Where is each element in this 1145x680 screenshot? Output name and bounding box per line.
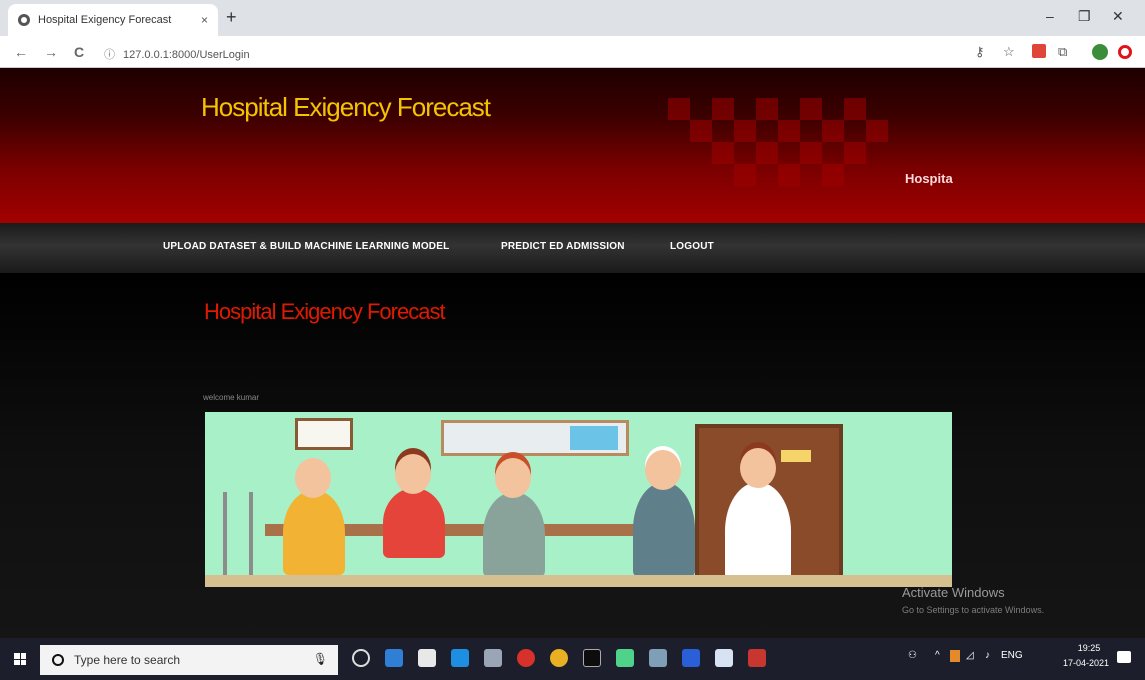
main-nav: UPLOAD DATASET & BUILD MACHINE LEARNING … bbox=[0, 223, 1145, 273]
task-view-icon[interactable] bbox=[352, 649, 370, 667]
address-bar: ← → C ⓘ 127.0.0.1:8000/UserLogin ⚷ ☆ ⧉ bbox=[0, 36, 1145, 68]
star-icon[interactable]: ☆ bbox=[1003, 44, 1015, 60]
nav-predict-ed-admission[interactable]: PREDICT ED ADMISSION bbox=[501, 241, 625, 252]
nav-logout[interactable]: LOGOUT bbox=[670, 241, 714, 252]
tray-app-icon[interactable] bbox=[950, 650, 960, 662]
search-placeholder: Type here to search bbox=[74, 653, 181, 667]
activate-windows-watermark: Activate Windows bbox=[902, 585, 1005, 600]
web-page: Hospital Exigency Forecast Hospita UPLOA… bbox=[0, 68, 1145, 638]
key-icon[interactable]: ⚷ bbox=[975, 44, 985, 60]
taskbar-search-input[interactable]: Type here to search 🎙 bbox=[40, 645, 338, 675]
patient-4-image bbox=[633, 482, 695, 577]
app-icon-1[interactable] bbox=[484, 649, 502, 667]
crutch-image bbox=[223, 492, 253, 577]
url-field[interactable]: ⓘ 127.0.0.1:8000/UserLogin bbox=[104, 46, 250, 62]
volume-icon[interactable]: ♪ bbox=[985, 650, 990, 661]
chevron-up-icon[interactable]: ^ bbox=[935, 650, 940, 661]
app-icon-4[interactable] bbox=[649, 649, 667, 667]
app-icon-3[interactable] bbox=[616, 649, 634, 667]
close-window-button[interactable]: ✕ bbox=[1112, 8, 1124, 25]
opera-icon[interactable] bbox=[1118, 45, 1132, 59]
forward-button[interactable]: → bbox=[44, 44, 58, 60]
app-icon-5[interactable] bbox=[715, 649, 733, 667]
windows-start-icon[interactable] bbox=[14, 653, 26, 665]
windows-taskbar: Type here to search 🎙 ⚇ ^ ◿ ♪ ENG 19:25 … bbox=[0, 638, 1145, 680]
window-image bbox=[441, 420, 629, 456]
browser-tab-bar: Hospital Exigency Forecast × + – ❐ ✕ bbox=[0, 0, 1145, 36]
screen: Hospital Exigency Forecast × + – ❐ ✕ ← →… bbox=[0, 0, 1145, 680]
word-icon[interactable] bbox=[682, 649, 700, 667]
extension-icon[interactable] bbox=[1032, 44, 1046, 58]
hospital-waiting-room-illustration bbox=[205, 412, 952, 587]
people-icon[interactable]: ⚇ bbox=[908, 650, 917, 661]
app-icon-6[interactable] bbox=[748, 649, 766, 667]
tab-title: Hospital Exigency Forecast bbox=[38, 14, 172, 26]
cortana-icon bbox=[52, 654, 64, 666]
patient-3-image bbox=[483, 492, 545, 577]
site-title: Hospital Exigency Forecast bbox=[201, 92, 491, 122]
new-tab-button[interactable]: + bbox=[226, 8, 237, 26]
notification-icon[interactable] bbox=[1117, 651, 1131, 663]
profile-avatar[interactable] bbox=[1092, 44, 1108, 60]
chrome-icon[interactable] bbox=[550, 649, 568, 667]
site-header: Hospital Exigency Forecast Hospita bbox=[0, 68, 1145, 223]
store-icon[interactable] bbox=[418, 649, 436, 667]
activate-windows-hint: Go to Settings to activate Windows. bbox=[902, 605, 1045, 615]
url-text: 127.0.0.1:8000/UserLogin bbox=[123, 49, 250, 61]
minimize-button[interactable]: – bbox=[1046, 8, 1054, 24]
clock-date[interactable]: 17-04-2021 bbox=[1063, 658, 1109, 668]
globe-icon bbox=[18, 14, 30, 26]
header-side-text: Hospita bbox=[905, 171, 953, 186]
wall-clock-image bbox=[295, 418, 353, 450]
patient-1-image bbox=[283, 490, 345, 575]
extension-icon-2[interactable]: ⧉ bbox=[1058, 44, 1067, 60]
app-icon-2[interactable] bbox=[517, 649, 535, 667]
reload-button[interactable]: C bbox=[74, 44, 84, 60]
network-icon[interactable]: ◿ bbox=[966, 650, 974, 661]
clock-time[interactable]: 19:25 bbox=[1071, 643, 1107, 653]
nav-upload-dataset[interactable]: UPLOAD DATASET & BUILD MACHINE LEARNING … bbox=[163, 241, 449, 252]
terminal-icon[interactable] bbox=[583, 649, 601, 667]
content-title: Hospital Exigency Forecast bbox=[204, 299, 446, 324]
tab-close-icon[interactable]: × bbox=[201, 13, 208, 27]
checker-decoration bbox=[668, 98, 928, 198]
content-area: Hospital Exigency Forecast welcome kumar bbox=[0, 273, 1145, 638]
mail-icon[interactable] bbox=[385, 649, 403, 667]
microphone-icon[interactable]: 🎙 bbox=[313, 652, 328, 666]
patient-2-image bbox=[383, 488, 445, 558]
browser-tab[interactable]: Hospital Exigency Forecast × bbox=[8, 4, 218, 36]
info-icon[interactable]: ⓘ bbox=[104, 46, 115, 62]
welcome-text: welcome kumar bbox=[203, 393, 260, 402]
doctor-image bbox=[725, 482, 791, 580]
language-indicator[interactable]: ENG bbox=[1001, 650, 1023, 661]
restore-button[interactable]: ❐ bbox=[1078, 8, 1091, 25]
back-button[interactable]: ← bbox=[14, 44, 28, 60]
edge-icon[interactable] bbox=[451, 649, 469, 667]
